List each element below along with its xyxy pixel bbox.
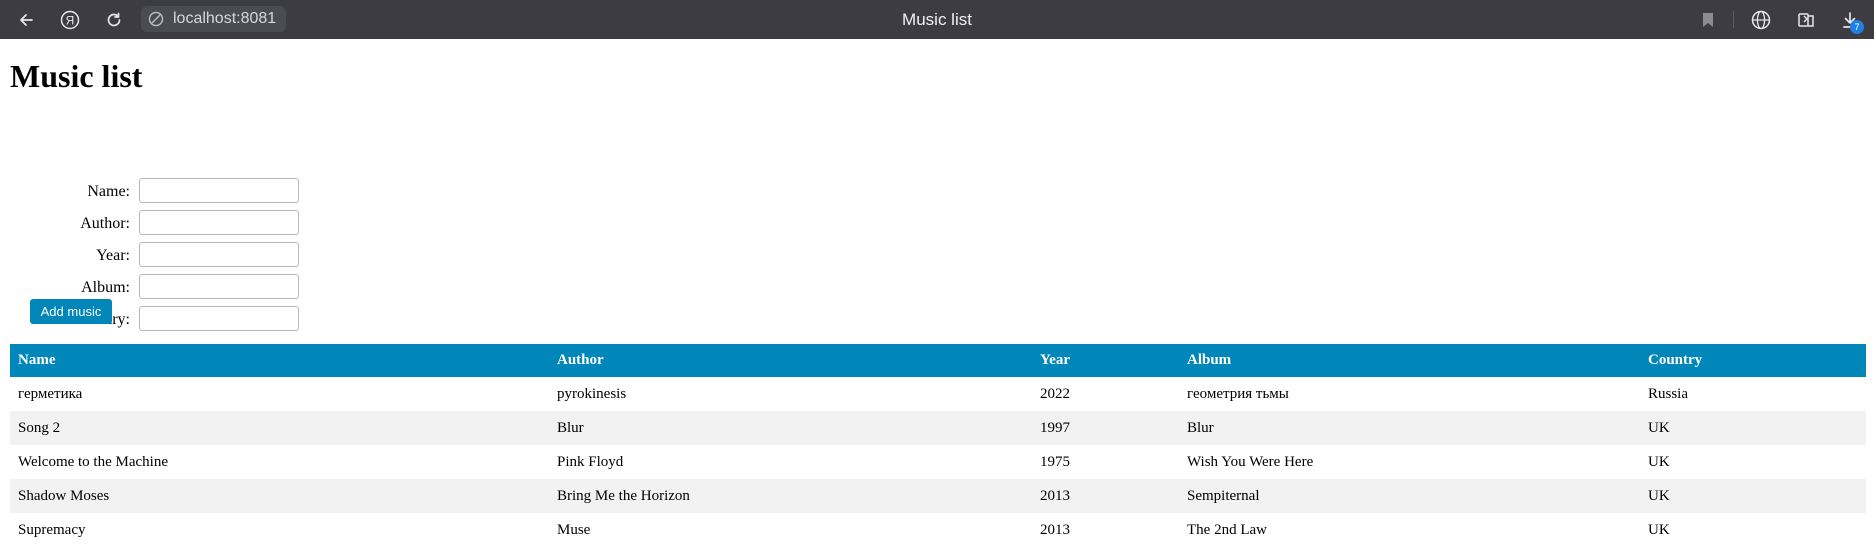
- address-bar[interactable]: localhost:8081: [141, 6, 286, 32]
- cell-author: Blur: [549, 411, 1032, 445]
- name-input[interactable]: [139, 178, 299, 203]
- cell-country: Russia: [1648, 385, 1689, 402]
- cell-country: UK: [1648, 453, 1670, 470]
- toolbar-divider: [1733, 11, 1734, 28]
- cell-author: Muse: [557, 521, 591, 538]
- year-input[interactable]: [139, 242, 299, 267]
- cell-album: геометрия тьмы: [1187, 385, 1289, 402]
- address-url: localhost:8081: [173, 10, 277, 27]
- bookmark-icon: [1703, 12, 1713, 27]
- music-table: Name Author Year Album Country герметика…: [10, 344, 1866, 547]
- site-info-icon[interactable]: [145, 6, 167, 32]
- arrow-left-icon: [20, 13, 33, 26]
- album-input[interactable]: [139, 274, 299, 299]
- page-title: Music list: [10, 58, 143, 94]
- name-label: Name:: [87, 183, 130, 200]
- author-label: Author:: [80, 215, 130, 232]
- column-header-country: Country: [1640, 344, 1866, 377]
- cell-name: герметика: [18, 385, 83, 402]
- cell-year: 2022: [1040, 385, 1070, 402]
- cell-album: Wish You Were Here: [1187, 453, 1314, 470]
- column-header-author: Author: [549, 344, 1032, 377]
- collections-button[interactable]: [1788, 0, 1824, 39]
- downloads-count-badge: 7: [1850, 20, 1864, 34]
- translate-button[interactable]: [1743, 0, 1779, 39]
- cell-name: Supremacy: [18, 521, 86, 538]
- cell-country: UK: [1648, 521, 1670, 538]
- downloads-button[interactable]: 7: [1832, 0, 1868, 39]
- album-label: Album:: [81, 279, 130, 296]
- table-row: Supremacy Muse 2013 The 2nd Law UK: [10, 513, 1866, 547]
- bookmark-button[interactable]: [1690, 0, 1726, 39]
- cell-country: UK: [1640, 411, 1866, 445]
- cell-year: 1975: [1040, 453, 1070, 470]
- cell-album: Sempiternal: [1179, 479, 1640, 513]
- cell-year: 2013: [1040, 521, 1070, 538]
- cell-name: Welcome to the Machine: [18, 453, 168, 470]
- form-row-author: Author:: [0, 210, 320, 238]
- cell-author: pyrokinesis: [557, 385, 627, 402]
- form-row-album: Album:: [0, 274, 320, 302]
- back-button[interactable]: [8, 0, 44, 39]
- author-input[interactable]: [139, 210, 299, 235]
- cell-author: Pink Floyd: [557, 453, 624, 470]
- cell-album: Blur: [1179, 411, 1640, 445]
- page-content: Music list Name: Author: Year: Album: Co…: [0, 39, 1874, 556]
- table-header-row: Name Author Year Album Country: [10, 344, 1866, 377]
- table-row: Welcome to the Machine Pink Floyd 1975 W…: [10, 445, 1866, 479]
- form-row-year: Year:: [0, 242, 320, 270]
- browser-toolbar: Я localhost:8081 Music list 7: [0, 0, 1874, 39]
- cell-album: The 2nd Law: [1187, 521, 1267, 538]
- cell-name: Song 2: [10, 411, 549, 445]
- add-music-button[interactable]: Add music: [30, 299, 112, 324]
- table-row: герметика pyrokinesis 2022 геометрия тьм…: [10, 377, 1866, 411]
- column-header-year: Year: [1032, 344, 1179, 377]
- globe-icon: [1751, 10, 1771, 29]
- collections-icon: [1798, 12, 1814, 27]
- column-header-name: Name: [10, 344, 549, 377]
- column-header-album: Album: [1179, 344, 1640, 377]
- cell-year: 1997: [1032, 411, 1179, 445]
- country-input[interactable]: [139, 306, 299, 331]
- svg-text:Я: Я: [66, 13, 75, 27]
- yandex-button[interactable]: Я: [52, 0, 88, 39]
- form-row-name: Name:: [0, 178, 320, 206]
- reload-icon: [107, 12, 121, 26]
- table-row: Song 2 Blur 1997 Blur UK: [10, 411, 1866, 445]
- reload-button[interactable]: [96, 0, 132, 39]
- cell-name: Shadow Moses: [10, 479, 549, 513]
- cell-author: Bring Me the Horizon: [549, 479, 1032, 513]
- year-label: Year:: [96, 247, 130, 264]
- cell-country: UK: [1640, 479, 1866, 513]
- table-row: Shadow Moses Bring Me the Horizon 2013 S…: [10, 479, 1866, 513]
- cell-year: 2013: [1032, 479, 1179, 513]
- yandex-logo-icon: Я: [60, 10, 80, 29]
